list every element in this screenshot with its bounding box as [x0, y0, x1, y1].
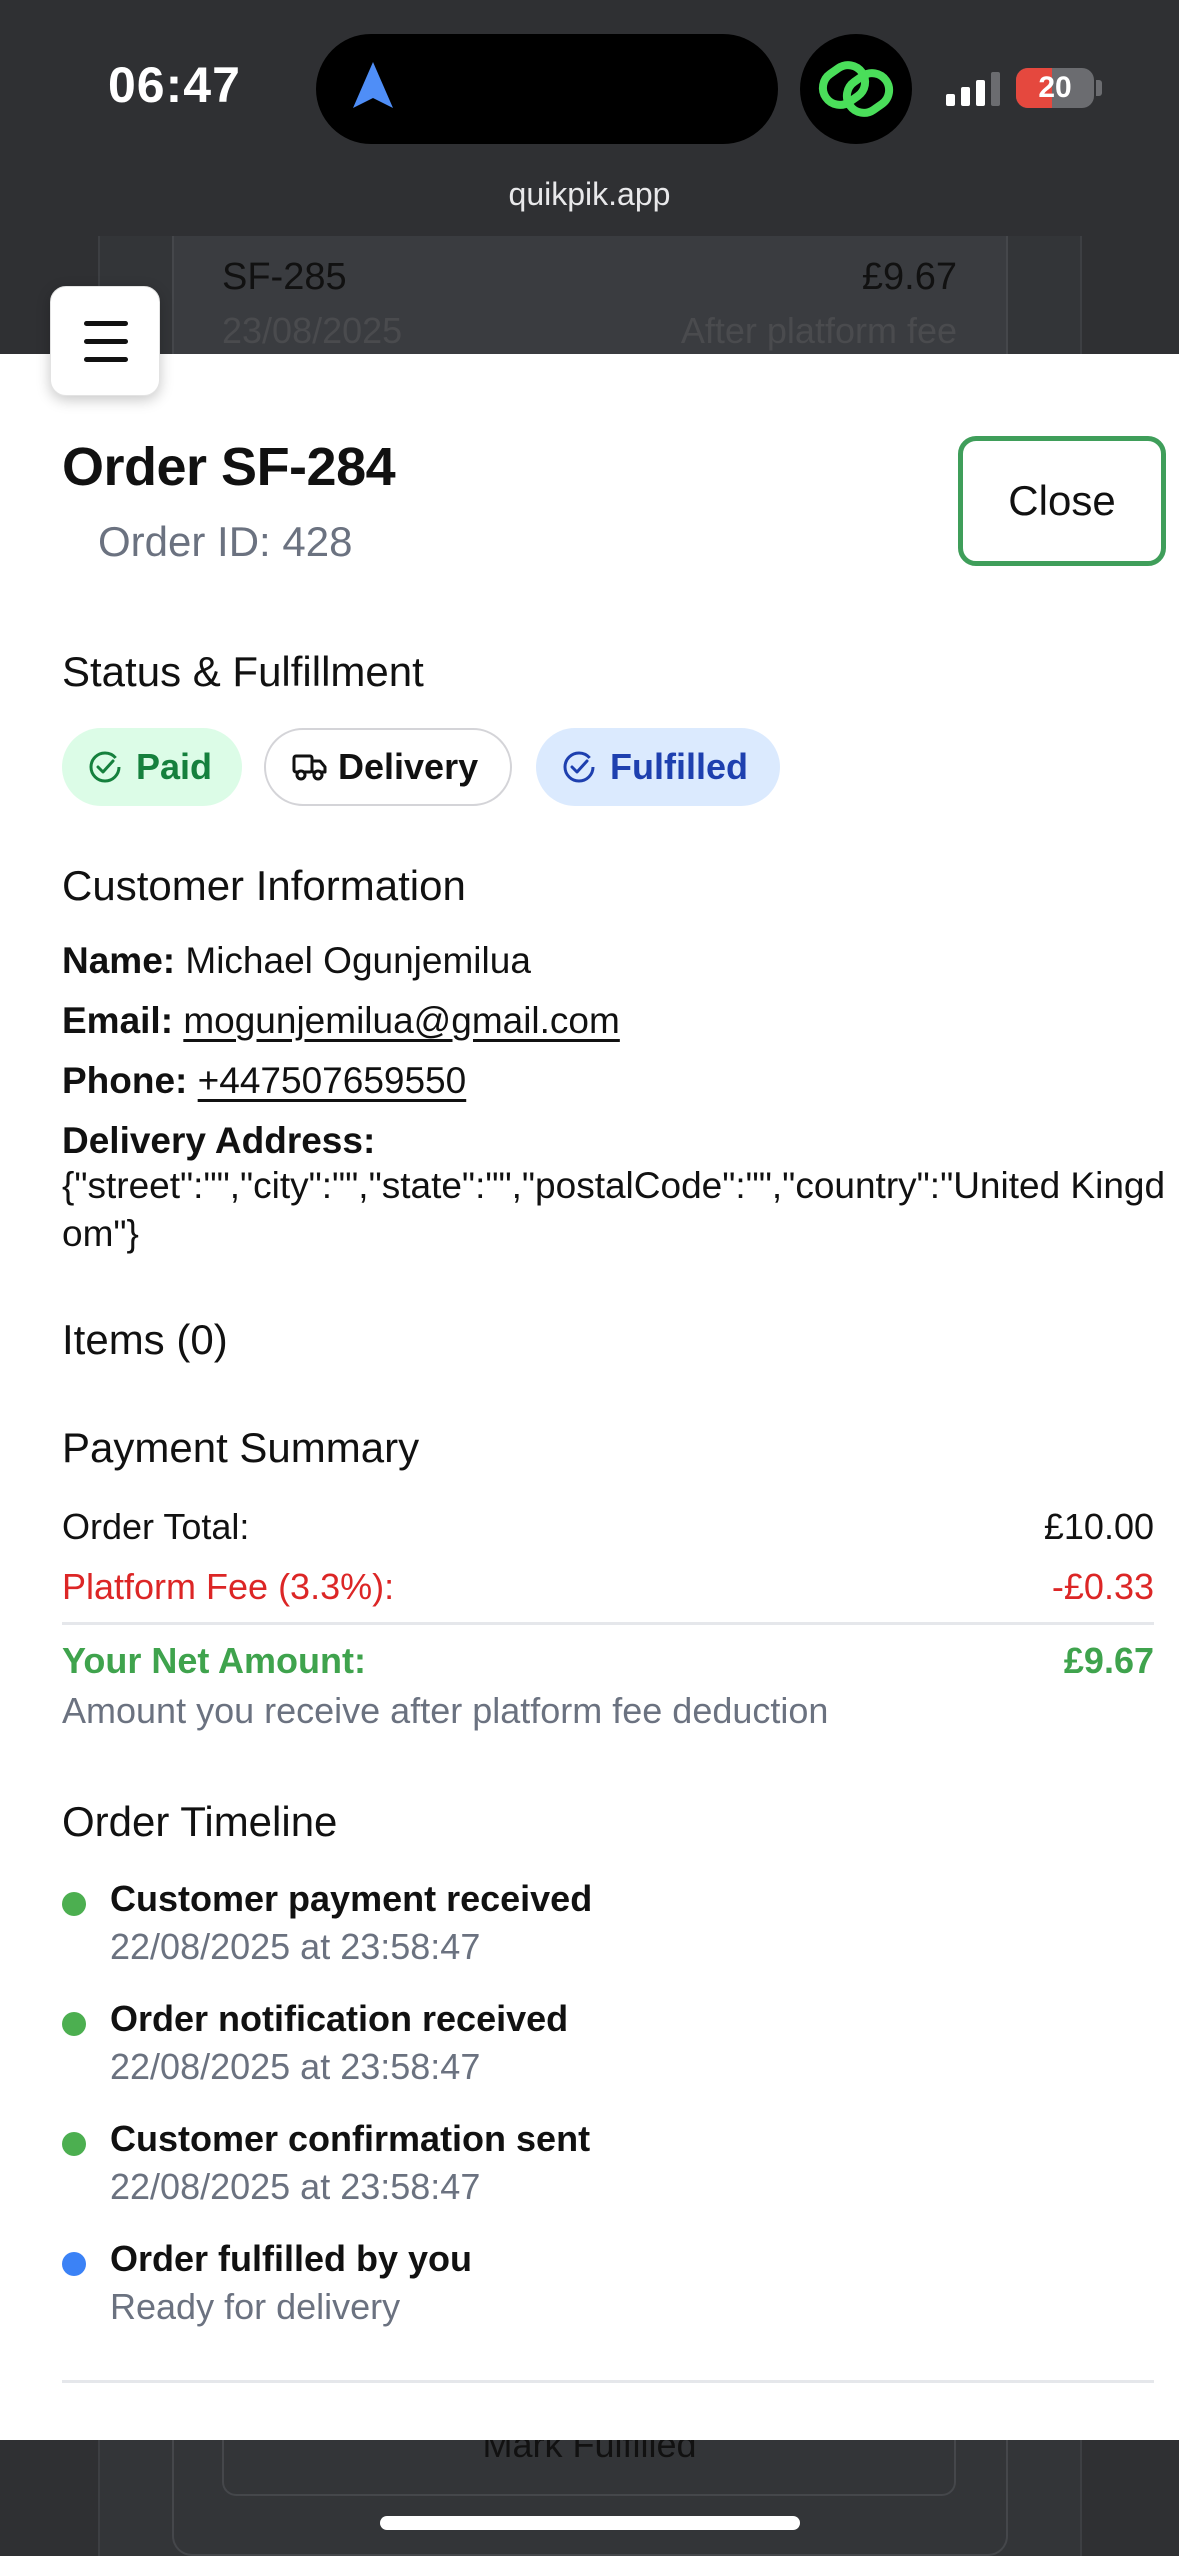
status-heading: Status & Fulfillment [62, 648, 424, 695]
timeline-dot-complete [62, 2012, 86, 2036]
check-circle-icon [563, 751, 595, 783]
delivery-address-value: {"street":"","city":"","state":"","posta… [62, 1165, 1166, 1254]
address-bar[interactable]: quikpik.app [0, 176, 1179, 213]
timeline-divider [62, 2380, 1154, 2383]
customer-heading: Customer Information [62, 862, 466, 909]
timeline-dot-complete [62, 1892, 86, 1916]
timeline-event-title: Customer payment received [110, 1878, 593, 1919]
order-total-value: £10.00 [1043, 1506, 1154, 1547]
order-details-modal: Order SF-284 Order ID: 428 Close Status … [0, 354, 1179, 2440]
paid-badge: Paid [62, 728, 242, 806]
background-order-date: 23/08/2025 [222, 310, 403, 351]
platform-fee-value: -£0.33 [1051, 1566, 1154, 1607]
timeline-event-title: Order notification received [110, 1998, 569, 2039]
paid-label: Paid [136, 746, 213, 787]
delivery-badge: Delivery [264, 728, 512, 806]
customer-email-line: Email: mogunjemilua@gmail.com [62, 1000, 620, 1042]
menu-button[interactable] [50, 286, 160, 396]
background-order-amount: £9.67 [861, 256, 957, 298]
chain-link-icon [800, 34, 912, 144]
home-indicator[interactable] [380, 2516, 800, 2530]
timeline-event-title: Customer confirmation sent [110, 2118, 591, 2159]
battery-icon: 20 [1016, 68, 1094, 108]
order-title: Order SF-284 [62, 437, 396, 497]
battery-level: 20 [1038, 71, 1072, 104]
battery-tip [1096, 80, 1102, 96]
address-label: Delivery Address: [62, 1120, 376, 1161]
status-bar: 06:47 20 quikpik.app [0, 0, 1179, 212]
signal-icon [946, 72, 1000, 106]
fulfilled-label: Fulfilled [610, 746, 748, 787]
timeline-dot-current [62, 2252, 86, 2276]
net-amount-value: £9.67 [1063, 1640, 1154, 1681]
customer-name: Michael Ogunjemilua [185, 940, 531, 981]
platform-fee-label: Platform Fee (3.3%): [62, 1566, 395, 1607]
hamburger-icon-bottom [84, 357, 128, 362]
customer-phone-line: Phone: +447507659550 [62, 1060, 466, 1102]
payment-heading: Payment Summary [62, 1424, 420, 1471]
phone-label: Phone: [62, 1060, 188, 1101]
timeline-event-time: 22/08/2025 at 23:58:47 [110, 2046, 481, 2087]
customer-name-line: Name: Michael Ogunjemilua [62, 940, 531, 982]
hamburger-icon [84, 321, 128, 326]
delivery-label: Delivery [338, 746, 479, 787]
location-arrow-icon [353, 62, 393, 108]
name-label: Name: [62, 940, 176, 981]
customer-phone-link[interactable]: +447507659550 [198, 1060, 467, 1101]
timeline-event-title: Order fulfilled by you [110, 2238, 473, 2279]
hamburger-icon-middle [84, 339, 128, 344]
order-total-label: Order Total: [62, 1506, 250, 1547]
background-amount-note: After platform fee [680, 310, 957, 351]
timeline-heading: Order Timeline [62, 1798, 338, 1845]
payment-divider [62, 1622, 1154, 1625]
timeline-event-time: 22/08/2025 at 23:58:47 [110, 2166, 481, 2207]
net-amount-note: Amount you receive after platform fee de… [62, 1690, 829, 1731]
timeline-event-time: 22/08/2025 at 23:58:47 [110, 1926, 481, 1967]
customer-email-link[interactable]: mogunjemilua@gmail.com [183, 1000, 620, 1041]
order-id: Order ID: 428 [98, 518, 353, 565]
timeline-dot-complete [62, 2132, 86, 2156]
fulfilled-badge: Fulfilled [536, 728, 780, 806]
timeline-event-status: Ready for delivery [110, 2286, 401, 2327]
truck-icon [292, 754, 327, 781]
items-heading: Items (0) [62, 1316, 228, 1363]
clock: 06:47 [108, 57, 241, 113]
delivery-address-label: Delivery Address: [62, 1120, 375, 1162]
close-button[interactable]: Close [958, 436, 1166, 566]
check-circle-icon [89, 751, 121, 783]
background-order-number: SF-285 [222, 256, 347, 298]
net-amount-label: Your Net Amount: [62, 1640, 366, 1681]
email-label: Email: [62, 1000, 174, 1041]
